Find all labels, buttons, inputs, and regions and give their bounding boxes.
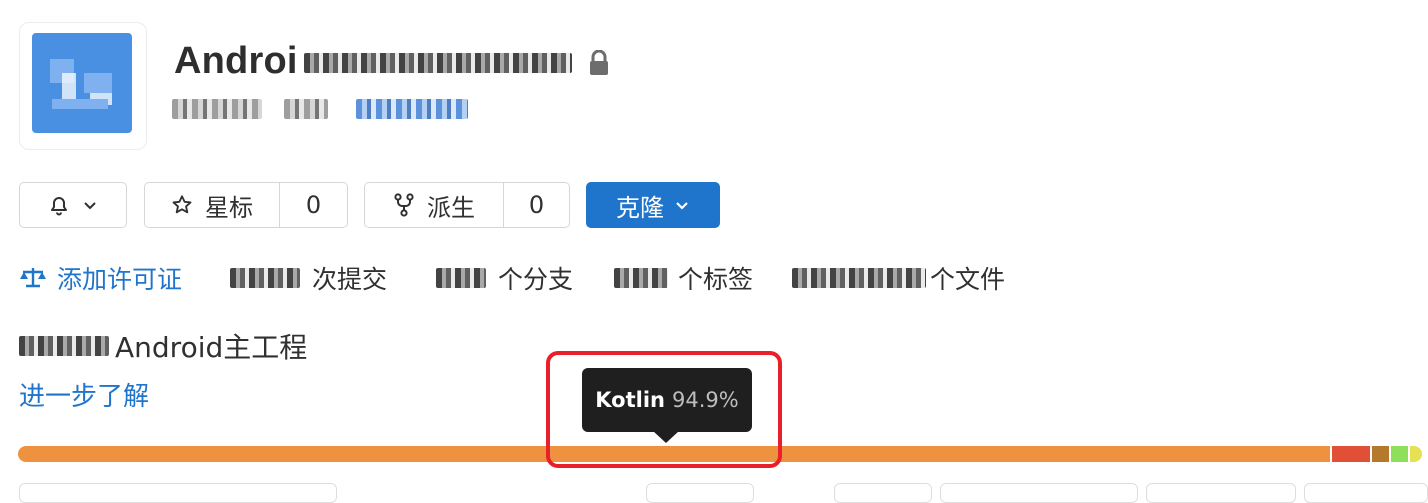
fork-button[interactable]: 派生 0 xyxy=(364,182,570,228)
clone-label: 克隆 xyxy=(616,193,664,222)
learn-more-link[interactable]: 进一步了解 xyxy=(19,376,149,413)
project-description: Android主工程 xyxy=(19,326,307,366)
commits-link[interactable]: 次提交 xyxy=(230,260,387,296)
language-segment-3[interactable] xyxy=(1370,446,1389,462)
branches-count-redacted xyxy=(436,268,486,288)
fork-count[interactable]: 0 xyxy=(503,183,569,227)
description-text: Android主工程 xyxy=(115,331,308,364)
bottom-box-5[interactable] xyxy=(1146,483,1296,503)
bottom-box-3[interactable] xyxy=(834,483,932,503)
tags-count-redacted xyxy=(614,268,668,288)
language-segment-5[interactable] xyxy=(1407,446,1422,462)
add-license-label: 添加许可证 xyxy=(57,265,183,294)
star-count[interactable]: 0 xyxy=(279,183,347,227)
scale-icon xyxy=(20,268,46,288)
bottom-box-4[interactable] xyxy=(940,483,1138,503)
project-avatar-image xyxy=(32,33,132,133)
star-label: 星标 xyxy=(205,193,253,222)
star-button[interactable]: 星标 0 xyxy=(144,182,348,228)
files-label: 个文件 xyxy=(930,265,1006,294)
language-segment-2[interactable] xyxy=(1329,446,1371,462)
project-title: Androi xyxy=(174,40,298,82)
add-license-link[interactable]: 添加许可证 xyxy=(19,260,182,296)
bottom-box-1[interactable] xyxy=(19,483,337,503)
branches-label: 个分支 xyxy=(498,265,574,294)
bottom-box-6[interactable] xyxy=(1304,483,1428,503)
fork-label: 派生 xyxy=(427,193,475,222)
notification-dropdown[interactable] xyxy=(19,182,127,228)
branches-link[interactable]: 个分支 xyxy=(436,260,573,296)
commits-label: 次提交 xyxy=(312,265,388,294)
commits-count-redacted xyxy=(230,268,300,288)
project-stats: 添加许可证 次提交 个分支 个标签 个文件 xyxy=(0,260,1428,296)
clone-button[interactable]: 克隆 xyxy=(586,182,720,228)
bell-icon xyxy=(51,197,67,216)
fork-icon xyxy=(394,193,414,217)
lock-icon xyxy=(590,50,608,75)
chevron-down-icon xyxy=(84,202,96,210)
files-count-redacted xyxy=(792,268,926,288)
language-segment-4[interactable] xyxy=(1389,446,1408,462)
tags-label: 个标签 xyxy=(678,265,754,294)
project-subtitle-redacted xyxy=(172,97,472,123)
highlight-annotation xyxy=(546,351,782,468)
bottom-box-2[interactable] xyxy=(646,483,754,503)
description-prefix-redacted xyxy=(19,335,109,357)
chevron-down-icon xyxy=(676,202,688,210)
project-title-redacted xyxy=(304,50,572,76)
star-icon xyxy=(172,195,192,214)
tags-link[interactable]: 个标签 xyxy=(614,260,753,296)
files-link[interactable]: 个文件 xyxy=(792,260,1005,296)
project-avatar xyxy=(19,22,147,150)
